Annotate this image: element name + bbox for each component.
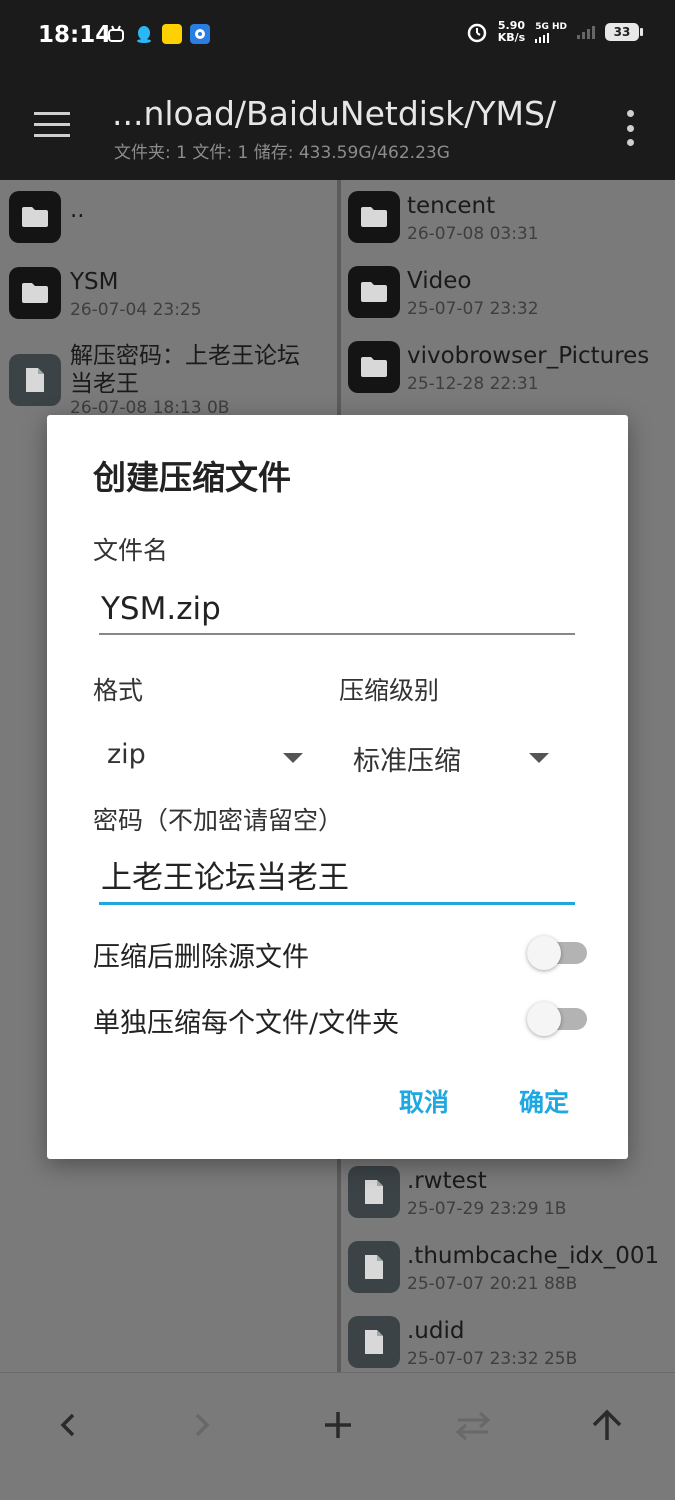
delete-source-label: 压缩后删除源文件 (93, 942, 309, 973)
ok-button[interactable]: 确定 (519, 1083, 569, 1119)
compression-level-value: 标准压缩 (353, 746, 461, 777)
compression-level-label: 压缩级别 (339, 676, 440, 705)
caret-down-icon (283, 753, 303, 763)
separate-archive-toggle[interactable] (527, 1002, 587, 1036)
caret-down-icon (529, 753, 549, 763)
compression-level-select[interactable]: 标准压缩 (353, 731, 563, 781)
password-label: 密码（不加密请留空） (93, 806, 344, 835)
delete-source-row: 压缩后删除源文件 (93, 929, 587, 975)
format-label: 格式 (93, 676, 144, 705)
password-field[interactable]: 上老王论坛当老王 (99, 847, 575, 905)
format-value: zip (107, 739, 146, 770)
separate-archive-row: 单独压缩每个文件/文件夹 (93, 995, 587, 1041)
separate-archive-label: 单独压缩每个文件/文件夹 (93, 1008, 400, 1039)
password-value: 上老王论坛当老王 (101, 860, 349, 896)
filename-field[interactable]: YSM.zip (99, 577, 575, 635)
cancel-button[interactable]: 取消 (399, 1083, 449, 1119)
format-select[interactable]: zip (107, 731, 307, 781)
dialog-title: 创建压缩文件 (93, 458, 291, 497)
filename-value: YSM.zip (101, 591, 221, 627)
filename-label: 文件名 (93, 536, 169, 565)
delete-source-toggle[interactable] (527, 936, 587, 970)
create-archive-dialog: 创建压缩文件 文件名 YSM.zip 格式 压缩级别 zip 标准压缩 密码（不… (47, 415, 628, 1159)
